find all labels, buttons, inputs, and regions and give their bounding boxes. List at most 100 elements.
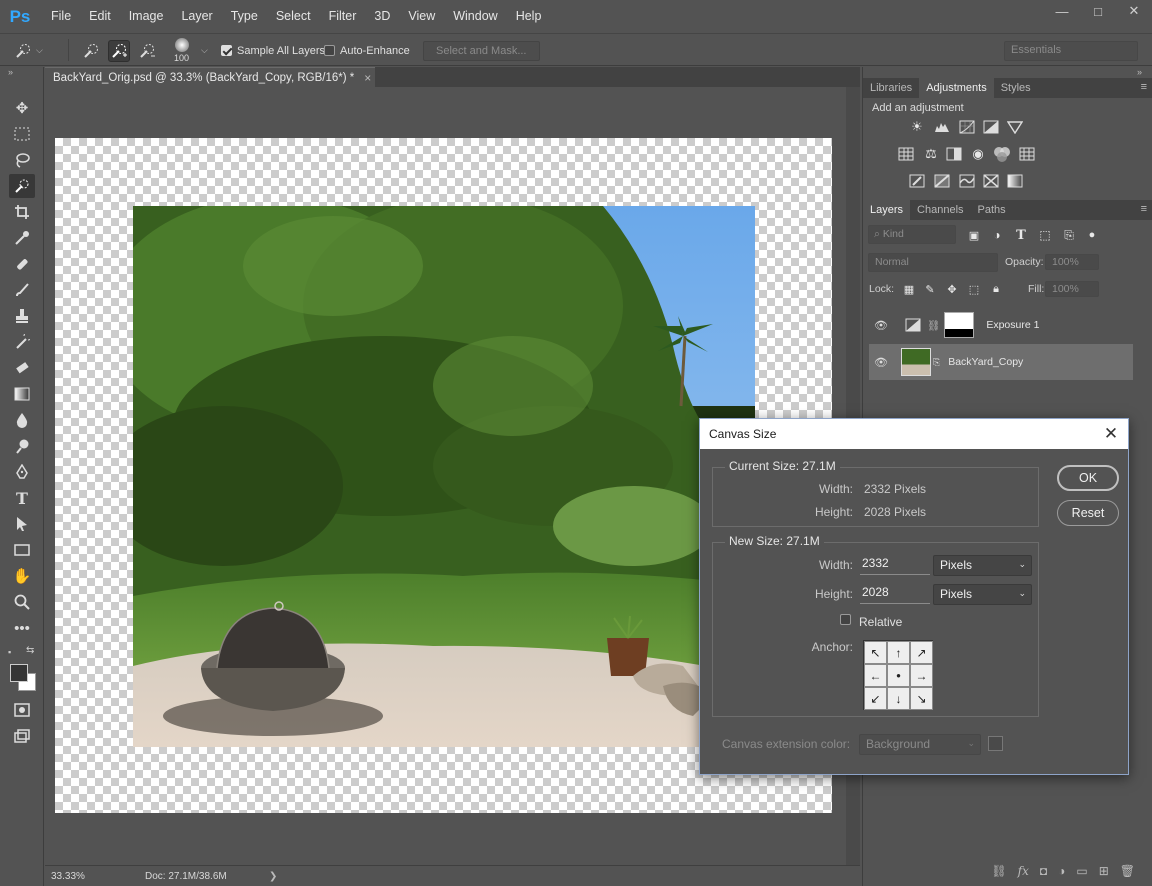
- select-and-mask-button[interactable]: Select and Mask...: [423, 40, 540, 61]
- anchor-top[interactable]: ↑: [887, 641, 910, 664]
- crop-tool-icon[interactable]: [9, 200, 35, 224]
- anchor-left[interactable]: ←: [864, 664, 887, 687]
- brush-picker[interactable]: 100: [174, 34, 189, 67]
- zoom-tool-icon[interactable]: [9, 590, 35, 614]
- more-tools-icon[interactable]: •••: [9, 616, 35, 640]
- expand-toolbar-icon[interactable]: »: [8, 67, 13, 77]
- threshold-icon[interactable]: [958, 172, 976, 190]
- color-balance-icon[interactable]: ⚖: [922, 145, 940, 163]
- menu-type[interactable]: Type: [222, 0, 267, 33]
- close-window-button[interactable]: ✕: [1116, 0, 1152, 22]
- anchor-center[interactable]: ●: [887, 664, 910, 687]
- swap-colors-icon[interactable]: ⇆: [26, 645, 34, 656]
- type-tool-icon[interactable]: T: [9, 486, 35, 510]
- anchor-bottom-right[interactable]: ↘: [910, 687, 933, 710]
- rectangle-tool-icon[interactable]: [9, 538, 35, 562]
- anchor-bottom[interactable]: ↓: [887, 687, 910, 710]
- layer-thumbnail[interactable]: [901, 348, 931, 376]
- channel-mixer-icon[interactable]: [993, 145, 1011, 163]
- add-mask-icon[interactable]: ◘: [1040, 864, 1047, 878]
- brightness-contrast-icon[interactable]: ☀: [908, 118, 926, 136]
- quick-selection-tool-icon[interactable]: [9, 174, 35, 198]
- photo-filter-icon[interactable]: ◉: [969, 145, 987, 163]
- layer-filter-select[interactable]: ⌕ Kind: [868, 225, 956, 244]
- new-fill-adjustment-icon[interactable]: ◑: [1058, 864, 1065, 878]
- move-tool-icon[interactable]: ✥: [9, 96, 35, 120]
- height-input[interactable]: 2028: [860, 584, 930, 604]
- maximize-button[interactable]: □: [1080, 0, 1116, 22]
- tab-libraries[interactable]: Libraries: [863, 78, 919, 98]
- status-menu-arrow-icon[interactable]: ❯: [269, 871, 277, 882]
- menu-help[interactable]: Help: [507, 0, 551, 33]
- layer-row[interactable]: 👁︎ ⛓︎ Exposure 1: [869, 307, 1133, 343]
- brush-picker-chevron[interactable]: ⌵: [201, 34, 208, 67]
- auto-enhance-toggle[interactable]: Auto-Enhance: [324, 34, 410, 67]
- ok-button[interactable]: OK: [1057, 465, 1119, 491]
- selective-color-icon[interactable]: [982, 172, 1000, 190]
- menu-layer[interactable]: Layer: [172, 0, 221, 33]
- delete-layer-icon[interactable]: 🗑︎: [1120, 864, 1135, 878]
- lasso-tool-icon[interactable]: [9, 148, 35, 172]
- color-lookup-icon[interactable]: [1018, 145, 1036, 163]
- gradient-map-icon[interactable]: [1006, 172, 1024, 190]
- width-unit-select[interactable]: Pixels ⌄: [933, 555, 1032, 576]
- black-white-icon[interactable]: [945, 145, 963, 163]
- eye-icon[interactable]: 👁︎: [871, 319, 891, 332]
- layer-row[interactable]: 👁︎ ⎘ BackYard_Copy: [869, 344, 1133, 380]
- exposure-icon[interactable]: [982, 118, 1000, 136]
- marquee-tool-icon[interactable]: [9, 122, 35, 146]
- tool-preset-picker[interactable]: ⌵: [12, 34, 43, 67]
- blend-mode-select[interactable]: Normal: [868, 253, 998, 272]
- layer-style-icon[interactable]: fx: [1018, 864, 1029, 878]
- extension-color-swatch[interactable]: [988, 736, 1003, 751]
- relative-checkbox[interactable]: [840, 614, 851, 625]
- clone-stamp-tool-icon[interactable]: [9, 304, 35, 328]
- close-icon[interactable]: ✕: [1101, 424, 1121, 444]
- filter-adjustment-layers-icon[interactable]: ◑: [988, 226, 1006, 244]
- brush-tool-icon[interactable]: [9, 278, 35, 302]
- link-icon[interactable]: ⛓︎: [927, 319, 940, 332]
- add-to-selection-button[interactable]: [108, 34, 130, 67]
- history-brush-tool-icon[interactable]: [9, 330, 35, 354]
- auto-enhance-checkbox[interactable]: [324, 45, 335, 56]
- zoom-level[interactable]: 33.33%: [51, 871, 131, 882]
- layer-mask-thumbnail[interactable]: [944, 312, 975, 338]
- close-icon[interactable]: ×: [364, 71, 371, 85]
- width-input[interactable]: 2332: [860, 555, 930, 575]
- filter-toggle-icon[interactable]: ●: [1083, 226, 1101, 244]
- opacity-field[interactable]: 100%: [1045, 254, 1099, 270]
- sample-all-layers-checkbox[interactable]: [221, 45, 232, 56]
- workspace-select[interactable]: Essentials: [1004, 40, 1138, 61]
- link-layers-icon[interactable]: ⛓︎: [991, 864, 1006, 878]
- height-unit-select[interactable]: Pixels ⌄: [933, 584, 1032, 605]
- tab-adjustments[interactable]: Adjustments: [919, 78, 994, 98]
- tab-paths[interactable]: Paths: [971, 200, 1013, 220]
- hue-saturation-icon[interactable]: [897, 145, 915, 163]
- screen-mode-icon[interactable]: [9, 724, 35, 748]
- pen-tool-icon[interactable]: [9, 460, 35, 484]
- lock-position-icon[interactable]: ✥: [943, 280, 961, 298]
- menu-edit[interactable]: Edit: [80, 0, 120, 33]
- panel-menu-icon[interactable]: ≡: [1141, 203, 1147, 215]
- panel-menu-icon[interactable]: ≡: [1141, 81, 1147, 93]
- tab-styles[interactable]: Styles: [994, 78, 1038, 98]
- foreground-color-swatch[interactable]: [10, 664, 28, 682]
- lock-transparent-icon[interactable]: ▦: [900, 280, 918, 298]
- anchor-top-right[interactable]: ↗: [910, 641, 933, 664]
- anchor-bottom-left[interactable]: ↙: [864, 687, 887, 710]
- filter-shape-layers-icon[interactable]: ⬚: [1036, 226, 1054, 244]
- lock-image-icon[interactable]: ✎: [921, 280, 939, 298]
- extension-color-select[interactable]: Background ⌄: [859, 734, 981, 755]
- healing-brush-tool-icon[interactable]: [9, 252, 35, 276]
- lock-artboard-icon[interactable]: ⬚: [965, 280, 983, 298]
- dodge-tool-icon[interactable]: [9, 434, 35, 458]
- menu-filter[interactable]: Filter: [320, 0, 366, 33]
- quick-mask-icon[interactable]: [9, 698, 35, 722]
- eye-icon[interactable]: 👁︎: [871, 356, 891, 369]
- eyedropper-tool-icon[interactable]: [9, 226, 35, 250]
- minimize-button[interactable]: —: [1044, 0, 1080, 22]
- sample-all-layers-toggle[interactable]: Sample All Layers: [221, 34, 325, 67]
- posterize-icon[interactable]: [933, 172, 951, 190]
- menu-file[interactable]: File: [42, 0, 80, 33]
- lock-all-icon[interactable]: 🔒︎: [987, 280, 1005, 298]
